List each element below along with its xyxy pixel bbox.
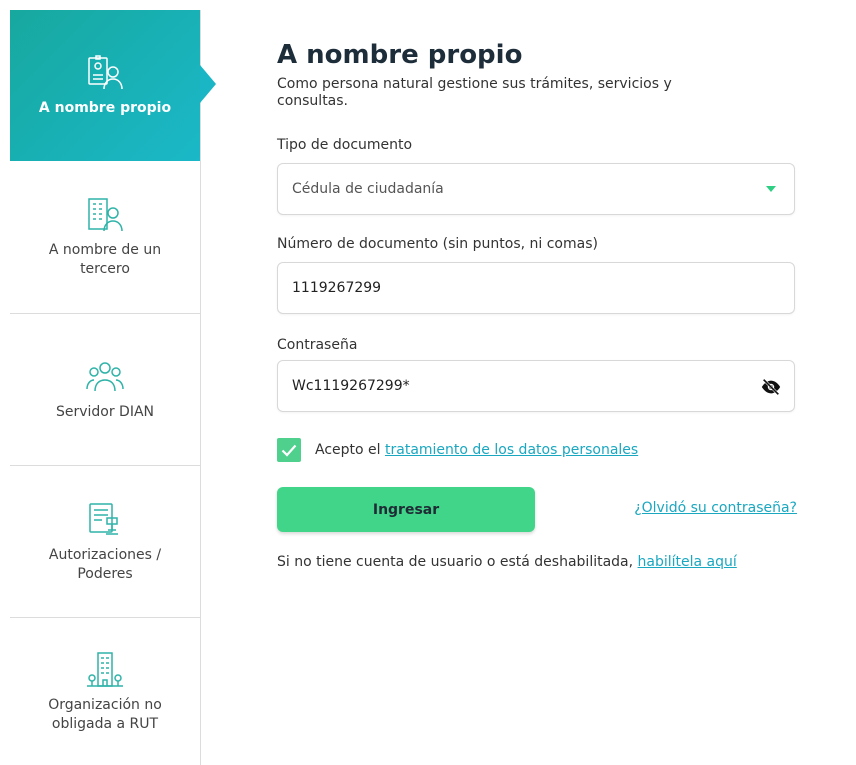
building-person-icon: [88, 198, 123, 232]
doc-type-label: Tipo de documento: [277, 137, 413, 153]
doc-number-value: 1119267299: [292, 280, 382, 296]
checkmark-icon: [281, 444, 297, 457]
sidebar-item-a-nombre-de-un-tercero[interactable]: A nombre de un tercero: [10, 161, 200, 314]
consent-text: Acepto el tratamiento de los datos perso…: [315, 442, 638, 458]
document-stamp-icon: [89, 502, 118, 535]
sidebar-item-servidor-dian[interactable]: Servidor DIAN: [10, 314, 200, 466]
sidebar-item-a-nombre-propio[interactable]: A nombre propio: [10, 10, 216, 161]
enable-account-prefix: Si no tiene cuenta de usuario o está des…: [277, 554, 638, 570]
sidebar-item-autorizaciones-poderes[interactable]: Autorizaciones / Poderes: [10, 466, 200, 618]
consent-prefix: Acepto el: [315, 442, 385, 458]
sidebar: A nombre propio A nombre de un tercero S…: [10, 10, 216, 765]
sidebar-item-organizacion-no-obligada[interactable]: Organización no obligada a RUT: [10, 618, 200, 765]
forgot-password-link[interactable]: ¿Olvidó su contraseña?: [634, 500, 797, 516]
building-trees-icon: [87, 651, 123, 687]
login-app: A nombre propio A nombre de un tercero S…: [0, 0, 856, 765]
id-card-person-icon: [88, 55, 123, 90]
privacy-policy-link[interactable]: tratamiento de los datos personales: [385, 442, 638, 458]
login-button[interactable]: Ingresar: [277, 487, 535, 532]
doc-number-input[interactable]: 1119267299: [277, 262, 795, 314]
sidebar-item-label: Autorizaciones / Poderes: [48, 546, 162, 582]
doc-number-label: Número de documento (sin puntos, ni coma…: [277, 236, 598, 252]
password-label: Contraseña: [277, 337, 358, 353]
sidebar-item-label: A nombre de un tercero: [48, 242, 162, 277]
sidebar-item-label: Servidor DIAN: [55, 404, 155, 420]
consent-checkbox[interactable]: [277, 438, 301, 462]
login-form: A nombre propio Como persona natural ges…: [277, 40, 797, 570]
password-input[interactable]: Wc1119267299*: [277, 360, 795, 412]
page-subtitle: Como persona natural gestione sus trámit…: [277, 76, 672, 109]
sidebar-item-label: Organización no obligada a RUT: [48, 696, 162, 732]
password-value: Wc1119267299*: [292, 378, 410, 394]
doc-type-value: Cédula de ciudadanía: [292, 181, 444, 197]
enable-account-link[interactable]: habilítela aquí: [638, 554, 737, 570]
sidebar-item-label: A nombre propio: [38, 100, 172, 116]
enable-account-text: Si no tiene cuenta de usuario o está des…: [277, 554, 737, 570]
consent-row: Acepto el tratamiento de los datos perso…: [277, 438, 638, 462]
doc-type-select[interactable]: Cédula de ciudadanía: [277, 163, 795, 215]
eye-slash-icon[interactable]: [760, 377, 782, 397]
group-people-icon: [86, 362, 124, 392]
chevron-down-icon: [766, 186, 776, 192]
page-title: A nombre propio: [277, 40, 523, 70]
